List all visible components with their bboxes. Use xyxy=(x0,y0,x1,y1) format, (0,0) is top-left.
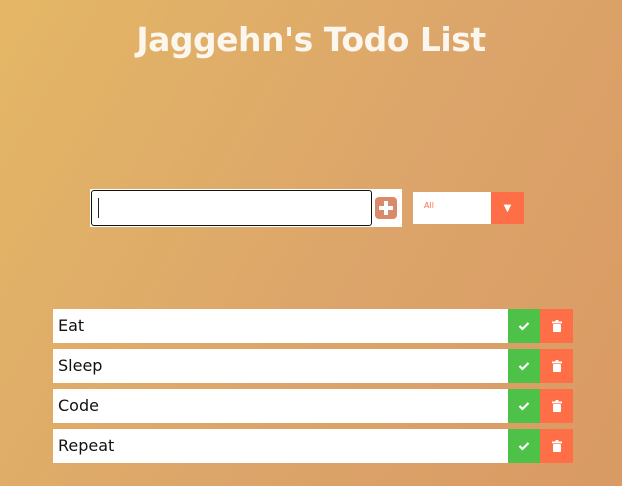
todo-input[interactable] xyxy=(91,190,372,226)
delete-button[interactable] xyxy=(540,309,573,343)
add-todo-button[interactable] xyxy=(375,197,397,219)
text-caret xyxy=(98,198,99,218)
trash-icon xyxy=(551,400,562,412)
trash-icon xyxy=(551,440,562,452)
filter-selected-value: All xyxy=(424,201,434,210)
filter-select[interactable]: All ▼ xyxy=(413,192,524,224)
trash-icon xyxy=(551,320,562,332)
todo-item: Eat xyxy=(53,309,573,343)
complete-button[interactable] xyxy=(508,429,540,463)
todo-item: Code xyxy=(53,389,573,423)
todo-item: Sleep xyxy=(53,349,573,383)
todo-text: Repeat xyxy=(58,436,115,455)
todo-list: Eat Sleep Code Repeat xyxy=(53,309,573,469)
check-icon xyxy=(518,322,530,331)
todo-text: Code xyxy=(58,396,99,415)
check-icon xyxy=(518,402,530,411)
caret-down-icon: ▼ xyxy=(503,203,512,214)
todo-text: Eat xyxy=(58,316,85,335)
todo-form xyxy=(90,189,402,227)
trash-icon xyxy=(551,360,562,372)
delete-button[interactable] xyxy=(540,349,573,383)
page-title: Jaggehn's Todo List xyxy=(136,20,486,60)
plus-square-icon xyxy=(379,201,393,215)
delete-button[interactable] xyxy=(540,429,573,463)
complete-button[interactable] xyxy=(508,389,540,423)
check-icon xyxy=(518,362,530,371)
todo-item: Repeat xyxy=(53,429,573,463)
complete-button[interactable] xyxy=(508,309,540,343)
filter-dropdown-button[interactable]: ▼ xyxy=(491,192,524,224)
check-icon xyxy=(518,442,530,451)
delete-button[interactable] xyxy=(540,389,573,423)
todo-text: Sleep xyxy=(58,356,103,375)
complete-button[interactable] xyxy=(508,349,540,383)
